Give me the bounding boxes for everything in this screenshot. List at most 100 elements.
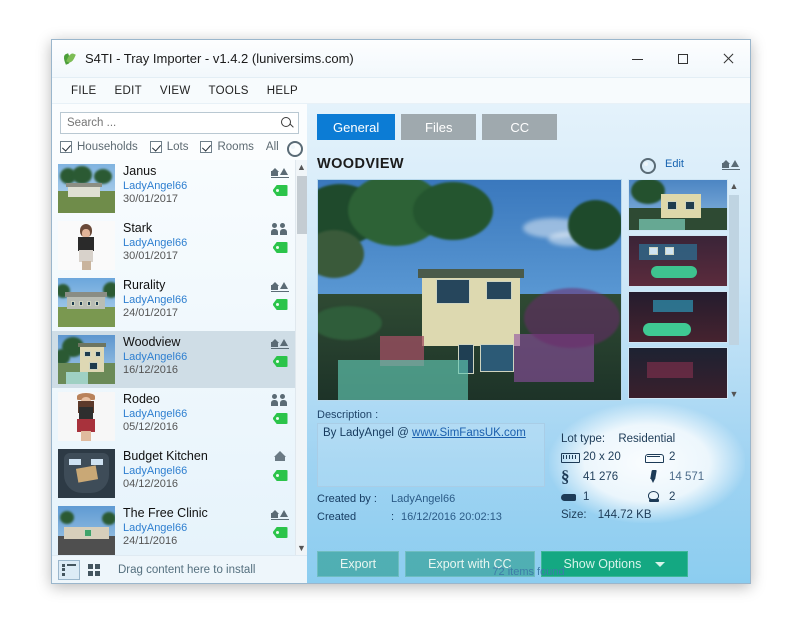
item-author[interactable]: LadyAngel66 <box>123 237 265 251</box>
menu-help[interactable]: HELP <box>258 82 307 100</box>
preview-image[interactable] <box>317 179 622 401</box>
menu-file[interactable]: FILE <box>62 82 106 100</box>
tab-files[interactable]: Files <box>401 114 477 140</box>
item-author[interactable]: LadyAngel66 <box>123 408 265 422</box>
title-bar: S4TI - Tray Importer - v1.4.2 (luniversi… <box>52 40 750 78</box>
list-item[interactable]: Rodeo LadyAngel66 05/12/2016 <box>52 388 295 445</box>
thumbnail-scrollbar[interactable]: ▲ ▼ <box>728 179 740 401</box>
scrollbar-thumb[interactable] <box>729 195 739 345</box>
item-thumbnail <box>58 449 115 498</box>
filter-lots[interactable]: Lots <box>149 141 189 153</box>
thumbnail-item[interactable] <box>628 179 728 231</box>
filter-households[interactable]: Households <box>60 141 138 153</box>
menu-edit[interactable]: EDIT <box>106 82 151 100</box>
item-name: Rodeo <box>123 392 160 406</box>
list-item-selected[interactable]: Woodview LadyAngel66 16/12/2016 <box>52 331 295 388</box>
lot-type-value: Residential <box>618 433 676 445</box>
checkbox-households[interactable] <box>60 141 72 153</box>
furnished-icon <box>645 470 663 483</box>
item-thumbnail <box>58 164 115 213</box>
menu-view[interactable]: VIEW <box>151 82 200 100</box>
filter-rooms[interactable]: Rooms <box>200 141 254 153</box>
scrollbar-thumb[interactable] <box>296 176 307 234</box>
preview-row: ▲ ▼ <box>317 179 740 401</box>
item-author[interactable]: LadyAngel66 <box>123 351 265 365</box>
list-scrollbar[interactable]: ▲ ▼ <box>295 160 307 555</box>
stats-content: Lot type: Residential 20 x 20 2 § 41 276… <box>555 433 740 521</box>
window-title: S4TI - Tray Importer - v1.4.2 (luniversi… <box>85 51 354 66</box>
description-column: Description : By LadyAngel @ www.SimFans… <box>317 409 545 545</box>
stats-panel: Lot type: Residential 20 x 20 2 § 41 276… <box>549 403 745 545</box>
filter-label-households: Households <box>77 141 138 153</box>
bedrooms-value: 2 <box>669 450 676 463</box>
created-label: Created <box>317 511 357 523</box>
item-icons <box>265 506 295 538</box>
thumbnail-item[interactable] <box>628 291 728 343</box>
created-by-row: Created by : LadyAngel66 <box>317 493 545 505</box>
item-icons <box>265 335 295 367</box>
created-separator: : <box>391 511 395 523</box>
item-date: 24/11/2016 <box>123 535 178 548</box>
leaf-icon <box>62 51 78 67</box>
item-info: Budget Kitchen LadyAngel66 04/12/2016 <box>123 449 265 492</box>
description-field[interactable]: By LadyAngel @ www.SimFansUK.com <box>317 423 545 487</box>
thumbnail-item[interactable] <box>628 347 728 399</box>
detail-panel: General Files CC WOODVIEW Edit ▲ ▼ Descr… <box>307 104 750 583</box>
checkbox-rooms[interactable] <box>200 141 213 153</box>
item-date: 05/12/2016 <box>123 421 179 434</box>
list-item[interactable]: The Free Clinic LadyAngel66 24/11/2016 <box>52 502 295 555</box>
item-icons <box>265 221 295 253</box>
lot-type-icon <box>270 337 289 349</box>
item-icons <box>265 392 295 424</box>
tag-icon[interactable] <box>272 299 288 310</box>
search-icon[interactable] <box>280 116 294 130</box>
close-button[interactable] <box>705 40 750 78</box>
scroll-up-icon[interactable]: ▲ <box>296 160 308 174</box>
content-list[interactable]: Janus LadyAngel66 30/01/2017 Stark LadyA… <box>52 160 295 555</box>
sidebar-footer: Drag content here to install <box>52 555 307 583</box>
scroll-up-icon[interactable]: ▲ <box>728 179 740 193</box>
search-box[interactable] <box>60 112 299 134</box>
description-link[interactable]: www.SimFansUK.com <box>412 427 526 439</box>
furnished-value: 14 571 <box>669 470 705 483</box>
tab-general[interactable]: General <box>317 114 396 140</box>
grid-view-icon[interactable] <box>83 560 105 580</box>
tab-cc[interactable]: CC <box>482 114 558 140</box>
list-item[interactable]: Budget Kitchen LadyAngel66 04/12/2016 <box>52 445 295 502</box>
menu-tools[interactable]: TOOLS <box>200 82 258 100</box>
tag-icon[interactable] <box>272 356 288 367</box>
select-all-link[interactable]: All <box>266 141 279 153</box>
gear-icon[interactable] <box>639 157 657 174</box>
menu-bar: FILE EDIT VIEW TOOLS HELP <box>52 78 750 104</box>
tag-icon[interactable] <box>272 470 288 481</box>
item-author[interactable]: LadyAngel66 <box>123 294 265 308</box>
gear-icon[interactable] <box>286 140 303 157</box>
item-author[interactable]: LadyAngel66 <box>123 522 265 536</box>
item-name: Budget Kitchen <box>123 449 208 463</box>
thumbnail-item[interactable] <box>628 235 728 287</box>
tag-icon[interactable] <box>272 527 288 538</box>
checkbox-lots[interactable] <box>149 141 162 153</box>
filter-label-lots: Lots <box>166 141 189 153</box>
sofa-value: 1 <box>583 490 590 503</box>
status-bar: 72 items found <box>307 561 750 583</box>
list-item[interactable]: Janus LadyAngel66 30/01/2017 <box>52 160 295 217</box>
item-author[interactable]: LadyAngel66 <box>123 465 265 479</box>
list-item[interactable]: Rurality LadyAngel66 24/01/2017 <box>52 274 295 331</box>
scroll-down-icon[interactable]: ▼ <box>296 541 308 555</box>
tag-icon[interactable] <box>272 242 288 253</box>
search-input[interactable] <box>65 116 280 130</box>
item-info: Woodview LadyAngel66 16/12/2016 <box>123 335 265 378</box>
maximize-button[interactable] <box>660 40 705 78</box>
list-item[interactable]: Stark LadyAngel66 30/01/2017 <box>52 217 295 274</box>
item-author[interactable]: LadyAngel66 <box>123 180 265 194</box>
item-name: Janus <box>123 164 157 178</box>
list-view-icon[interactable] <box>58 559 80 580</box>
tag-icon[interactable] <box>272 185 288 196</box>
edit-link[interactable]: Edit <box>665 158 684 170</box>
tag-icon[interactable] <box>272 413 288 424</box>
minimize-button[interactable] <box>615 40 660 78</box>
simoleon-icon: § <box>561 467 570 486</box>
created-by-value: LadyAngel66 <box>391 493 456 505</box>
scroll-down-icon[interactable]: ▼ <box>728 387 740 401</box>
